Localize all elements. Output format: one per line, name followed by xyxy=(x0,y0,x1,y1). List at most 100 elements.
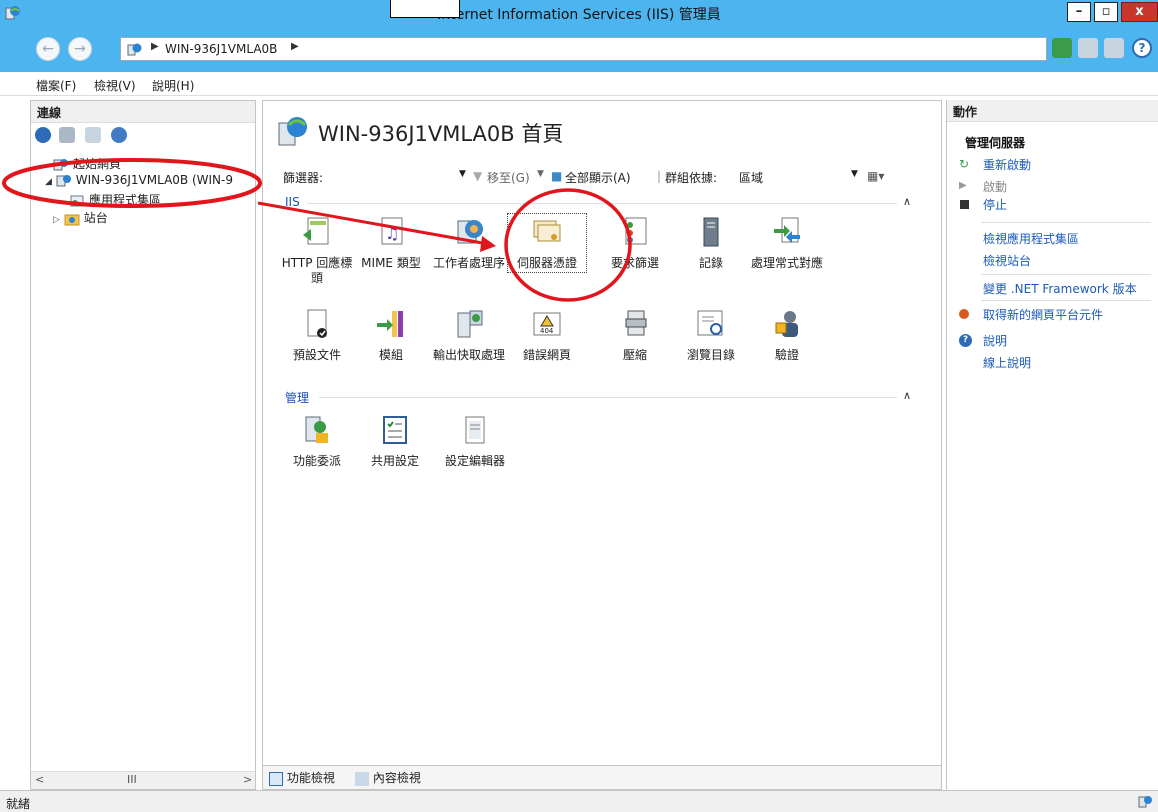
start-action[interactable]: 啟動 xyxy=(983,178,1007,195)
view-sites-action[interactable]: 檢視站台 xyxy=(983,252,1031,269)
filter-bar: 篩選器: ▼ ▼ 移至(G) ▼ ■ 全部顯示(A) | 群組依據: 區域 ▼ … xyxy=(283,165,933,187)
save-icon[interactable] xyxy=(59,127,75,143)
feature-server-certificates[interactable]: 伺服器憑證 xyxy=(507,213,587,273)
feature-worker-processes[interactable]: 工作者處理序 xyxy=(431,215,507,271)
content-view-icon xyxy=(355,771,369,786)
feature-handler-mappings[interactable]: 處理常式對應 xyxy=(749,215,825,271)
breadcrumb-arrow-icon[interactable]: ▶ xyxy=(151,41,159,52)
restart-action[interactable]: 重新啟動 xyxy=(983,156,1031,173)
server-icon xyxy=(127,43,142,56)
svg-text:404: 404 xyxy=(540,327,554,335)
view-app-pools-action[interactable]: 檢視應用程式集區 xyxy=(983,230,1079,247)
feature-label: 工作者處理序 xyxy=(432,256,505,270)
show-all-button[interactable]: 全部顯示(A) xyxy=(565,169,631,186)
feature-label: 模組 xyxy=(378,348,403,362)
tree-item-start-page[interactable]: 起始網頁 xyxy=(53,155,121,173)
feature-delegation[interactable]: 功能委派 xyxy=(279,413,355,469)
tree-item-server[interactable]: ◢ WIN-936J1VMLA0B (WIN-9 xyxy=(45,173,233,191)
up-icon[interactable] xyxy=(85,127,101,143)
address-bar[interactable]: ▶ WIN-936J1VMLA0B ▶ xyxy=(120,37,1047,61)
feature-label: 要求篩選 xyxy=(610,256,659,270)
view-mode-icon[interactable]: ▦▾ xyxy=(867,169,884,183)
feature-error-pages[interactable]: 404 錯誤網頁 xyxy=(509,307,585,363)
help-icon[interactable]: ? xyxy=(1132,38,1152,58)
page-title: WIN-936J1VMLA0B 首頁 xyxy=(318,122,564,146)
navigation-buttons: ← → xyxy=(36,37,96,61)
feature-directory-browsing[interactable]: 瀏覽目錄 xyxy=(673,307,749,363)
back-button[interactable]: ← xyxy=(36,37,60,61)
features-view-label: 功能檢視 xyxy=(286,771,335,785)
group-by-dropdown-icon[interactable]: ▼ xyxy=(851,169,858,179)
connections-header: 連線 xyxy=(31,101,255,123)
maximize-button[interactable]: ▫ xyxy=(1094,2,1118,22)
forward-button[interactable]: → xyxy=(68,37,92,61)
breadcrumb-arrow-icon[interactable]: ▶ xyxy=(291,41,299,52)
feature-logging[interactable]: 記錄 xyxy=(673,215,749,271)
show-all-icon[interactable]: ■ xyxy=(551,169,562,183)
feature-http-response-headers[interactable]: HTTP 回應標頭 xyxy=(279,215,355,286)
help-action[interactable]: 說明 xyxy=(983,332,1007,349)
section-iis[interactable]: IIS xyxy=(285,195,300,209)
configuration-editor-icon xyxy=(465,416,485,444)
feature-label: 瀏覽目錄 xyxy=(686,348,735,362)
disconnect-icon[interactable] xyxy=(111,127,127,143)
restart-icon: ↻ xyxy=(959,157,970,171)
feature-label: 伺服器憑證 xyxy=(516,256,577,270)
actions-header: 動作 xyxy=(947,100,1158,122)
tree-item-app-pools[interactable]: 應用程式集區 xyxy=(69,191,161,209)
feature-request-filtering[interactable]: 要求篩選 xyxy=(597,215,673,271)
tree-label: 應用程式集區 xyxy=(89,193,162,207)
tree-item-sites[interactable]: ▷ 站台 xyxy=(53,209,108,227)
feature-authentication[interactable]: 驗證 xyxy=(749,307,825,363)
refresh-icon[interactable] xyxy=(1052,38,1072,58)
online-help-action[interactable]: 線上說明 xyxy=(983,354,1031,371)
feature-label: 處理常式對應 xyxy=(750,256,823,270)
menu-help[interactable]: 說明(H) xyxy=(152,77,194,94)
server-certificates-icon xyxy=(533,220,561,242)
stop-icon[interactable] xyxy=(1078,38,1098,58)
feature-shared-configuration[interactable]: 共用設定 xyxy=(357,413,433,469)
feature-label: HTTP 回應標頭 xyxy=(281,256,353,285)
expand-arrow-icon[interactable]: ▷ xyxy=(53,215,60,225)
section-management[interactable]: 管理 xyxy=(285,389,309,406)
feature-mime-types[interactable]: ♫ MIME 類型 xyxy=(353,215,429,271)
minimize-button[interactable]: – xyxy=(1067,2,1091,22)
group-by-select[interactable]: 區域 xyxy=(739,169,763,186)
home-icon[interactable] xyxy=(1104,38,1124,58)
menu-view[interactable]: 檢視(V) xyxy=(94,77,136,94)
web-platform-icon xyxy=(959,309,969,319)
horizontal-scrollbar[interactable]: < III > xyxy=(31,771,255,789)
stop-icon xyxy=(960,200,969,209)
feature-modules[interactable]: 模組 xyxy=(353,307,429,363)
connect-icon[interactable] xyxy=(35,127,51,143)
mime-types-icon: ♫ xyxy=(381,217,403,245)
get-components-action[interactable]: 取得新的網頁平台元件 xyxy=(983,306,1103,323)
scroll-thumb[interactable]: III xyxy=(127,773,137,786)
actions-divider xyxy=(981,300,1151,301)
content-view-label: 內容檢視 xyxy=(372,771,421,785)
scroll-left-icon[interactable]: < xyxy=(35,773,44,786)
filter-dropdown-icon[interactable]: ▼ xyxy=(459,169,466,179)
goto-dropdown-icon[interactable]: ▼ xyxy=(537,169,544,179)
menu-file[interactable]: 檔案(F) xyxy=(36,77,76,94)
server-home-icon xyxy=(278,117,307,146)
section-divider xyxy=(319,397,897,398)
collapse-management-icon[interactable]: ∧ xyxy=(903,389,911,402)
scroll-right-icon[interactable]: > xyxy=(243,773,252,786)
feature-configuration-editor[interactable]: 設定編輯器 xyxy=(437,413,513,469)
stop-action[interactable]: 停止 xyxy=(983,196,1007,213)
feature-compression[interactable]: 壓縮 xyxy=(597,307,673,363)
breadcrumb-server[interactable]: WIN-936J1VMLA0B xyxy=(165,42,277,56)
address-bar-area: ← → ▶ WIN-936J1VMLA0B ▶ ? xyxy=(0,26,1158,72)
feature-default-document[interactable]: 預設文件 xyxy=(279,307,355,363)
collapse-arrow-icon[interactable]: ◢ xyxy=(45,177,52,187)
goto-button[interactable]: 移至(G) xyxy=(487,169,530,186)
features-view-button[interactable]: 功能檢視 xyxy=(269,769,335,786)
change-framework-action[interactable]: 變更 .NET Framework 版本 xyxy=(983,280,1137,297)
close-button[interactable]: x xyxy=(1121,2,1158,22)
actions-panel: 動作 管理伺服器 ↻ 重新啟動 ▶ 啟動 停止 檢視應用程式集區 檢視站台 變更… xyxy=(946,100,1158,790)
content-view-button[interactable]: 內容檢視 xyxy=(355,769,421,786)
feature-output-caching[interactable]: 輸出快取處理 xyxy=(431,307,507,363)
collapse-iis-icon[interactable]: ∧ xyxy=(903,195,911,208)
default-document-icon xyxy=(307,309,327,338)
